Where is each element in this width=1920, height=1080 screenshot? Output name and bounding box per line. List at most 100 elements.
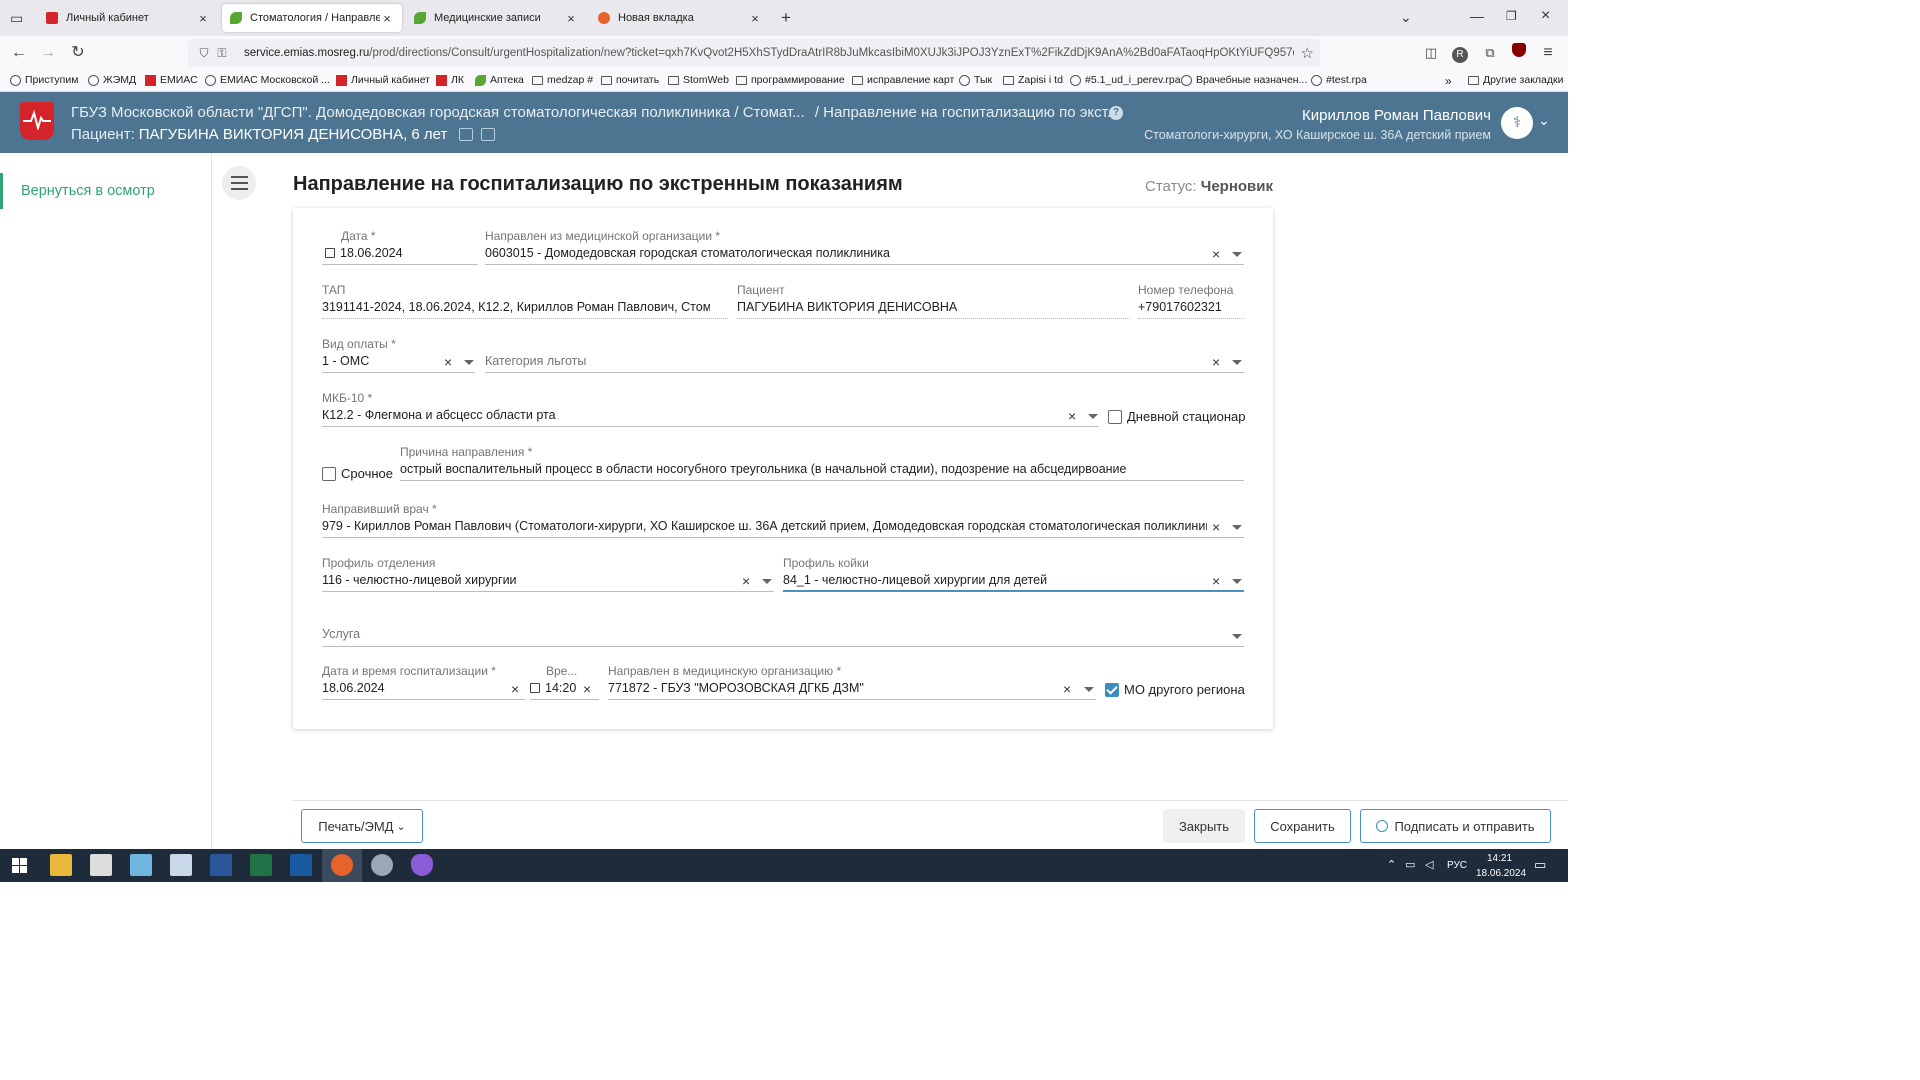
hosp-time-value[interactable]: 14:20: [530, 681, 576, 695]
bookmark[interactable]: Аптека: [475, 74, 524, 86]
hosp-date-field[interactable]: Дата и время госпитализации * 18.06.2024…: [322, 664, 525, 700]
dropdown-arrow-icon[interactable]: [1232, 252, 1242, 257]
clear-icon[interactable]: ×: [1212, 247, 1220, 261]
breadcrumb-org[interactable]: ГБУЗ Московской области "ДГСП". Домодедо…: [71, 104, 805, 121]
calendar-icon[interactable]: [325, 248, 335, 258]
close-icon[interactable]: ×: [564, 11, 578, 26]
dropdown-arrow-icon[interactable]: [464, 360, 474, 365]
notifications-icon[interactable]: ▭: [1534, 857, 1546, 873]
ublock-icon[interactable]: [1508, 42, 1530, 64]
close-icon[interactable]: ×: [196, 11, 210, 26]
bookmark[interactable]: ЕМИАС: [145, 74, 198, 86]
pocket-icon[interactable]: ◫: [1420, 42, 1442, 64]
windows-start-icon[interactable]: [12, 858, 27, 873]
bookmark[interactable]: StomWeb: [668, 74, 729, 86]
bookmarks-overflow-icon[interactable]: »: [1445, 74, 1452, 88]
forward-arrow-icon[interactable]: →: [37, 42, 59, 64]
dropdown-arrow-icon[interactable]: [1232, 360, 1242, 365]
other-region-checkbox[interactable]: МО другого региона: [1105, 682, 1245, 697]
document-icon[interactable]: [170, 854, 192, 876]
clear-icon[interactable]: ×: [1212, 520, 1220, 534]
language-indicator[interactable]: РУС: [1447, 860, 1467, 871]
extensions-icon[interactable]: ⧉: [1479, 42, 1501, 64]
chevron-down-icon[interactable]: ⌄: [1538, 112, 1550, 129]
file-explorer-icon[interactable]: [50, 854, 72, 876]
tab-stomatologiya[interactable]: Стоматология / Направление ×: [222, 4, 402, 32]
dropdown-arrow-icon[interactable]: [1232, 525, 1242, 530]
bookmark[interactable]: Личный кабинет: [336, 74, 430, 86]
reason-value[interactable]: острый воспалительный процесс в области …: [400, 462, 1127, 476]
tab-overflow-chevron-icon[interactable]: ⌄: [1400, 9, 1412, 26]
save-button[interactable]: Сохранить: [1254, 809, 1351, 843]
doctor-select[interactable]: Направивший врач * 979 - Кириллов Роман …: [322, 502, 1244, 538]
bookmark[interactable]: #test.rpa: [1311, 74, 1367, 86]
excel-icon[interactable]: [250, 854, 272, 876]
dropdown-arrow-icon[interactable]: [1084, 687, 1094, 692]
bookmark[interactable]: Приступим: [10, 74, 78, 86]
close-icon[interactable]: ×: [380, 11, 394, 26]
close-icon[interactable]: ×: [748, 11, 762, 26]
bookmark[interactable]: Врачебные назначен...: [1181, 74, 1307, 86]
clear-icon[interactable]: ×: [1212, 574, 1220, 588]
window-close-icon[interactable]: ×: [1541, 7, 1550, 25]
urgent-checkbox[interactable]: Срочное: [322, 466, 393, 481]
clock-time[interactable]: 14:21: [1487, 853, 1512, 864]
bookmark[interactable]: #5.1_ud_i_perev.rpa: [1070, 74, 1181, 86]
checkbox-box[interactable]: [1108, 409, 1122, 424]
clear-icon[interactable]: ×: [511, 682, 519, 696]
clock-date[interactable]: 18.06.2024: [1476, 868, 1526, 879]
profile-r-icon[interactable]: R: [1449, 42, 1471, 64]
dropdown-arrow-icon[interactable]: [762, 579, 772, 584]
calculator-icon[interactable]: [90, 854, 112, 876]
tab-list-icon[interactable]: ▭: [10, 10, 23, 27]
word-icon[interactable]: [210, 854, 232, 876]
tab-new[interactable]: Новая вкладка ×: [590, 4, 770, 32]
day-hospital-checkbox[interactable]: Дневной стационар: [1108, 409, 1246, 424]
tray-chevron-icon[interactable]: ⌃: [1387, 858, 1396, 871]
mkb-select[interactable]: МКБ-10 * К12.2 - Флегмона и абсцесс обла…: [322, 391, 1099, 427]
bed-profile-select[interactable]: Профиль койки 84_1 - челюстно-лицевой хи…: [783, 556, 1244, 592]
clear-icon[interactable]: ×: [1068, 409, 1076, 423]
date-field[interactable]: Дата * 18.06.2024: [322, 229, 478, 265]
hosp-time-field[interactable]: Вре... 14:20 ×: [530, 664, 599, 700]
restore-icon[interactable]: ❐: [1506, 9, 1517, 23]
reload-icon[interactable]: ↻: [67, 42, 89, 64]
help-icon[interactable]: ?: [1109, 106, 1123, 120]
dropdown-arrow-icon[interactable]: [1088, 414, 1098, 419]
firefox-icon[interactable]: [331, 854, 353, 876]
clear-icon[interactable]: ×: [1063, 682, 1071, 696]
bookmark[interactable]: почитать: [601, 74, 659, 86]
back-to-exam-link[interactable]: Вернуться в осмотр: [0, 173, 211, 209]
bookmark[interactable]: Zapisi i td: [1003, 74, 1063, 86]
bookmark[interactable]: ЖЭМД: [88, 74, 136, 86]
to-org-select[interactable]: Направлен в медицинскую организацию * 77…: [608, 664, 1096, 700]
clear-icon[interactable]: ×: [444, 355, 452, 369]
sign-and-send-button[interactable]: Подписать и отправить: [1360, 809, 1551, 843]
new-tab-button[interactable]: +: [781, 8, 791, 28]
stethoscope-icon[interactable]: ⚕: [1501, 107, 1533, 139]
date-value[interactable]: 18.06.2024: [325, 246, 403, 260]
bookmark[interactable]: ЕМИАС Московской ...: [205, 74, 330, 86]
notepad-icon[interactable]: [130, 854, 152, 876]
bookmark-star-icon[interactable]: ☆: [1301, 44, 1314, 62]
app-crystal-icon[interactable]: [411, 854, 433, 876]
menu-toggle-button[interactable]: [222, 166, 256, 200]
service-select[interactable]: Услуга: [322, 611, 1244, 647]
external-link-icon[interactable]: [459, 128, 474, 141]
print-emd-button[interactable]: Печать/ЭМД ⌄: [301, 809, 423, 843]
payment-select[interactable]: Вид оплаты * 1 - ОМС ×: [322, 337, 475, 373]
clock-icon[interactable]: [530, 683, 540, 693]
checkbox-box[interactable]: [1105, 682, 1119, 697]
clear-icon[interactable]: ×: [1212, 355, 1220, 369]
checkbox-box[interactable]: [322, 466, 336, 481]
benefit-select[interactable]: Категория льготы ×: [485, 337, 1244, 373]
volume-icon[interactable]: ◁: [1425, 858, 1433, 871]
card-icon[interactable]: [481, 128, 496, 141]
bookmark[interactable]: medzap #: [532, 74, 593, 86]
url-text[interactable]: service.emias.mosreg.ru/prod/directions/…: [244, 47, 1294, 59]
app-palette-icon[interactable]: [371, 854, 393, 876]
from-org-select[interactable]: Направлен из медицинской организации * 0…: [485, 229, 1244, 265]
bookmark[interactable]: Тык: [959, 74, 992, 86]
bookmark[interactable]: ЛК: [436, 74, 464, 86]
clear-icon[interactable]: ×: [583, 682, 591, 696]
